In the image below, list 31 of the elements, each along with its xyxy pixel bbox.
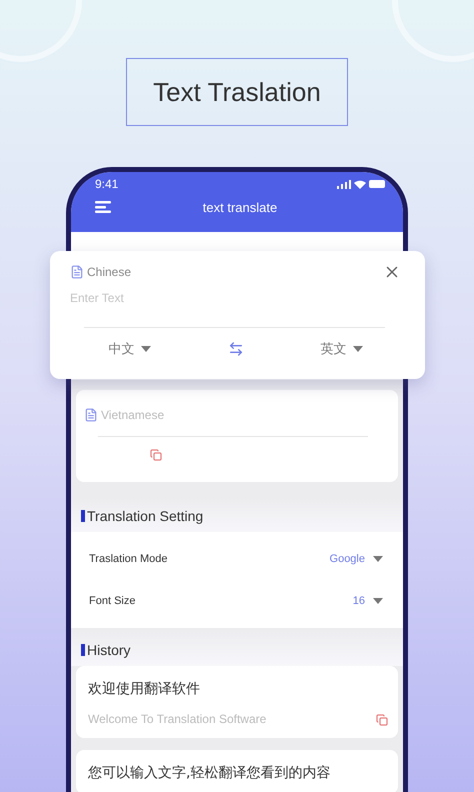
setting-label: Font Size — [89, 595, 136, 607]
language-dropdown[interactable]: 中文 — [108, 340, 150, 358]
setting-label: Traslation Mode — [89, 553, 168, 565]
setting-dropdown[interactable]: 16 — [352, 595, 383, 607]
caret-icon — [140, 346, 150, 352]
page-heading: Text Traslation — [126, 58, 348, 126]
text-input[interactable]: Enter Text — [70, 291, 270, 305]
header-title: text translate — [202, 200, 278, 214]
language-dropdown[interactable]: 英文 — [320, 340, 362, 358]
signal-icon — [337, 180, 351, 188]
source-language[interactable]: Chinese — [87, 265, 132, 279]
caret-icon — [352, 346, 362, 352]
copy-icon[interactable] — [150, 449, 162, 461]
history-translation: Welcome To Translation Software — [88, 712, 266, 726]
swap-icon[interactable] — [228, 341, 244, 357]
history-source: 您可以输入文字,轻松翻译您看到的内容 — [88, 764, 332, 782]
menu-icon[interactable] — [95, 201, 111, 213]
history-source: 欢迎使用翻译软件 — [88, 680, 201, 698]
battery-icon — [369, 180, 385, 188]
setting-dropdown[interactable]: Google — [330, 553, 383, 565]
section-title: History — [87, 642, 131, 658]
document-icon — [70, 265, 84, 279]
caret-icon — [373, 598, 383, 604]
copy-icon[interactable] — [376, 714, 388, 726]
wifi-icon — [354, 180, 366, 188]
history-card[interactable]: 您可以输入文字,轻松翻译您看到的内容 — [76, 750, 398, 792]
history-card[interactable]: 欢迎使用翻译软件 Welcome To Translation Software — [76, 666, 398, 738]
document-icon — [84, 408, 98, 422]
section-title: Translation Setting — [87, 508, 204, 524]
status-time: 9:41 — [95, 177, 118, 191]
caret-icon — [373, 556, 383, 562]
